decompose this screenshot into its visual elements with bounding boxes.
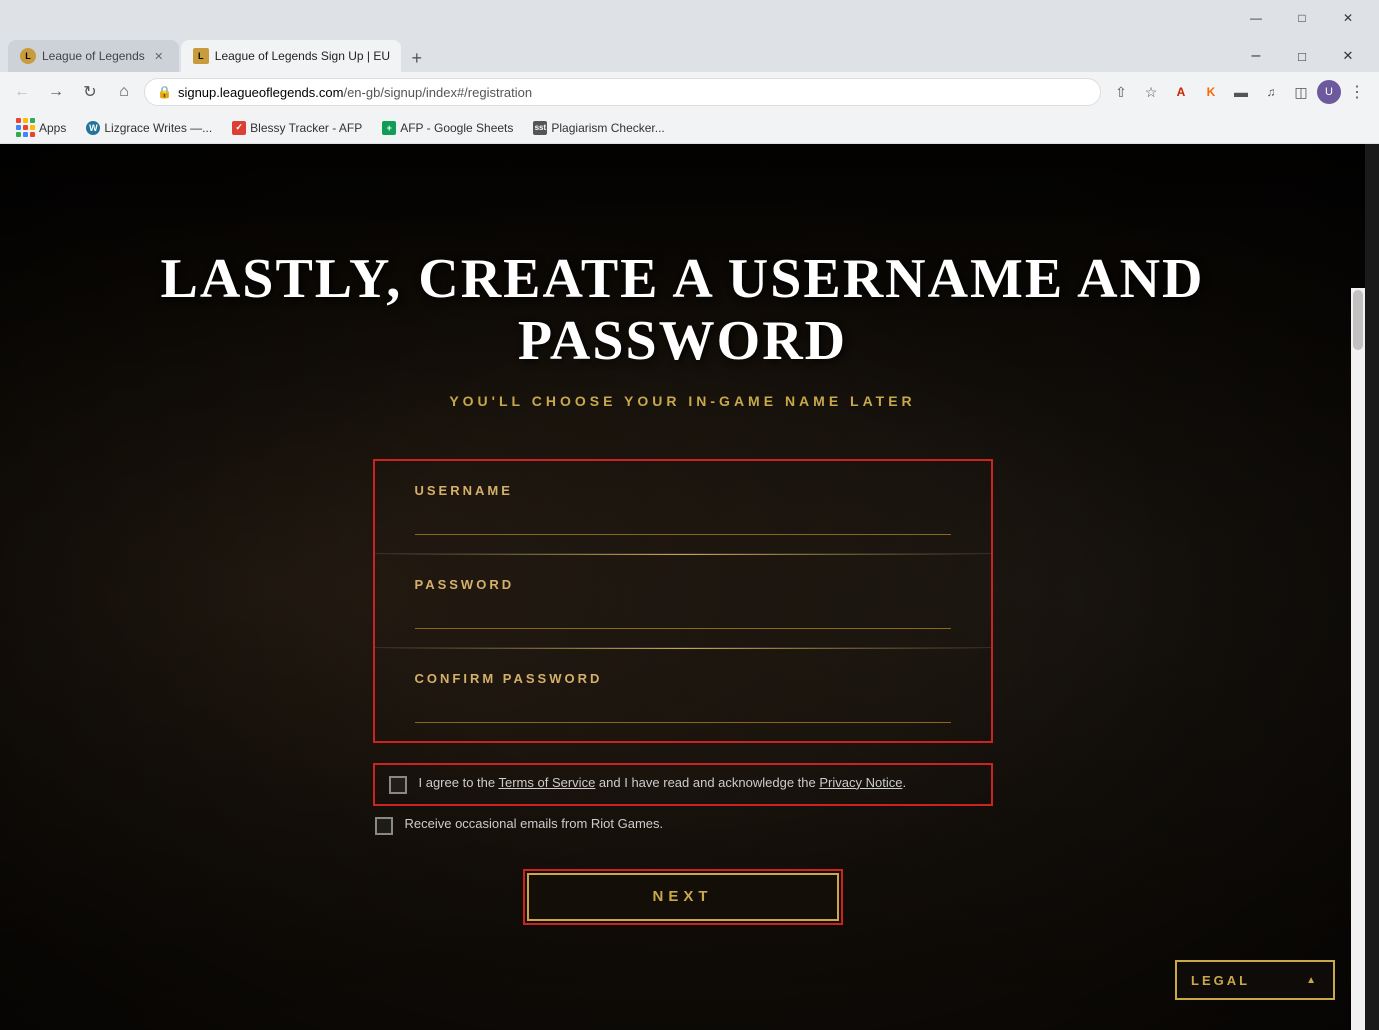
- apps-grid-icon: [16, 118, 35, 137]
- confirm-password-label: CONFIRM PASSWORD: [415, 671, 951, 686]
- split-screen-button[interactable]: ◫: [1287, 78, 1315, 106]
- chrome-menu-button[interactable]: ⋮: [1343, 78, 1371, 106]
- back-button[interactable]: ←: [8, 78, 36, 106]
- tos-text-middle: and I have read and acknowledge the: [595, 775, 819, 790]
- bookmark-lizgrace-icon: W: [86, 121, 100, 135]
- tos-link[interactable]: Terms of Service: [499, 775, 596, 790]
- extension-avast[interactable]: A: [1167, 78, 1195, 106]
- bookmark-blessy-icon: ✓: [232, 121, 246, 135]
- url-bar[interactable]: 🔒 signup.leagueoflegends.com/en-gb/signu…: [144, 78, 1101, 106]
- next-button[interactable]: NEXT: [523, 869, 843, 925]
- bookmark-plagiarism-icon: sst: [533, 121, 547, 135]
- reload-button[interactable]: ↻: [76, 78, 104, 106]
- lock-icon: 🔒: [157, 85, 172, 99]
- share-button[interactable]: ⇧: [1107, 78, 1135, 106]
- page-content: LASTLY, CREATE A USERNAME ANDPASSWORD YO…: [0, 144, 1365, 1030]
- extension-music[interactable]: ♫: [1257, 78, 1285, 106]
- bookmark-apps[interactable]: Apps: [8, 116, 74, 140]
- url-path: /en-gb/signup/index#/registration: [343, 85, 532, 100]
- browser-chrome: — □ ✕ L League of Legends ✕ L League of …: [0, 0, 1379, 144]
- email-optin-row: Receive occasional emails from Riot Game…: [373, 806, 993, 841]
- maximize-button[interactable]: □: [1279, 2, 1325, 34]
- extension-keepa[interactable]: K: [1197, 78, 1225, 106]
- password-input[interactable]: [415, 600, 951, 629]
- username-field-group: USERNAME: [375, 461, 991, 554]
- tab1-label: League of Legends: [42, 49, 145, 63]
- bookmark-lizgrace[interactable]: W Lizgrace Writes —...: [78, 116, 220, 140]
- legal-button[interactable]: LEGAL ▲: [1175, 960, 1335, 1000]
- confirm-password-input[interactable]: [415, 694, 951, 723]
- browser-actions: ⇧ ☆ A K ▬ ♫ ◫ U ⋮: [1107, 78, 1371, 106]
- tab-league-signup[interactable]: L League of Legends Sign Up | EU ✕: [181, 40, 401, 72]
- bookmark-afp-icon: +: [382, 121, 396, 135]
- privacy-link[interactable]: Privacy Notice: [819, 775, 902, 790]
- bookmark-afp-sheets[interactable]: + AFP - Google Sheets: [374, 116, 521, 140]
- tos-checkbox[interactable]: [389, 776, 407, 794]
- tab2-close[interactable]: ✕: [396, 48, 401, 64]
- forward-button[interactable]: →: [42, 78, 70, 106]
- home-button[interactable]: ⌂: [110, 78, 138, 106]
- form-wrapper: LASTLY, CREATE A USERNAME ANDPASSWORD YO…: [0, 144, 1365, 1030]
- bookmark-blessy-label: Blessy Tracker - AFP: [250, 121, 362, 135]
- tos-text-before: I agree to the: [419, 775, 499, 790]
- page-subtitle: YOU'LL CHOOSE YOUR IN-GAME NAME LATER: [449, 393, 915, 409]
- legal-button-label: LEGAL: [1191, 973, 1250, 988]
- tos-text-after: .: [902, 775, 906, 790]
- profile-avatar[interactable]: U: [1317, 80, 1341, 104]
- bookmark-star-button[interactable]: ☆: [1137, 78, 1165, 106]
- fields-container: USERNAME PASSWORD CONFIRM PASSWORD: [373, 459, 993, 743]
- legal-chevron-icon: ▲: [1306, 975, 1319, 986]
- bookmark-plagiarism-label: Plagiarism Checker...: [551, 121, 664, 135]
- checkbox-area: I agree to the Terms of Service and I ha…: [373, 763, 993, 841]
- new-tab-button[interactable]: +: [403, 44, 431, 72]
- window-controls: — □ ✕: [1233, 2, 1371, 34]
- bookmark-blessy[interactable]: ✓ Blessy Tracker - AFP: [224, 116, 370, 140]
- password-label: PASSWORD: [415, 577, 951, 592]
- email-optin-label: Receive occasional emails from Riot Game…: [405, 816, 664, 831]
- title-minimize-button[interactable]: –: [1233, 40, 1279, 72]
- username-label: USERNAME: [415, 483, 951, 498]
- url-text: signup.leagueoflegends.com/en-gb/signup/…: [178, 85, 532, 100]
- bookmarks-bar: Apps W Lizgrace Writes —... ✓ Blessy Tra…: [0, 112, 1379, 144]
- email-optin-checkbox[interactable]: [375, 817, 393, 835]
- tabs-bar: L League of Legends ✕ L League of Legend…: [0, 36, 1379, 72]
- page-title: LASTLY, CREATE A USERNAME ANDPASSWORD: [161, 249, 1205, 372]
- password-field-group: PASSWORD: [375, 555, 991, 648]
- bookmark-plagiarism[interactable]: sst Plagiarism Checker...: [525, 116, 672, 140]
- title-close-button[interactable]: ✕: [1325, 40, 1371, 72]
- title-bar: — □ ✕: [0, 0, 1379, 36]
- tab2-favicon: L: [193, 48, 209, 64]
- bookmark-afp-label: AFP - Google Sheets: [400, 121, 513, 135]
- close-button[interactable]: ✕: [1325, 2, 1371, 34]
- tab2-label: League of Legends Sign Up | EU: [215, 49, 390, 63]
- url-domain: signup.leagueoflegends.com: [178, 85, 344, 100]
- tab1-favicon: L: [20, 48, 36, 64]
- tab-league-of-legends[interactable]: L League of Legends ✕: [8, 40, 179, 72]
- tab1-close[interactable]: ✕: [151, 48, 167, 64]
- bookmark-apps-label: Apps: [39, 121, 66, 135]
- minimize-button[interactable]: —: [1233, 2, 1279, 34]
- username-input[interactable]: [415, 506, 951, 535]
- address-bar: ← → ↻ ⌂ 🔒 signup.leagueoflegends.com/en-…: [0, 72, 1379, 112]
- tos-row: I agree to the Terms of Service and I ha…: [373, 763, 993, 806]
- extensions-button[interactable]: ▬: [1227, 78, 1255, 106]
- tos-label: I agree to the Terms of Service and I ha…: [419, 775, 907, 790]
- title-maximize-button[interactable]: □: [1279, 40, 1325, 72]
- bookmark-lizgrace-label: Lizgrace Writes —...: [104, 121, 212, 135]
- confirm-password-field-group: CONFIRM PASSWORD: [375, 649, 991, 741]
